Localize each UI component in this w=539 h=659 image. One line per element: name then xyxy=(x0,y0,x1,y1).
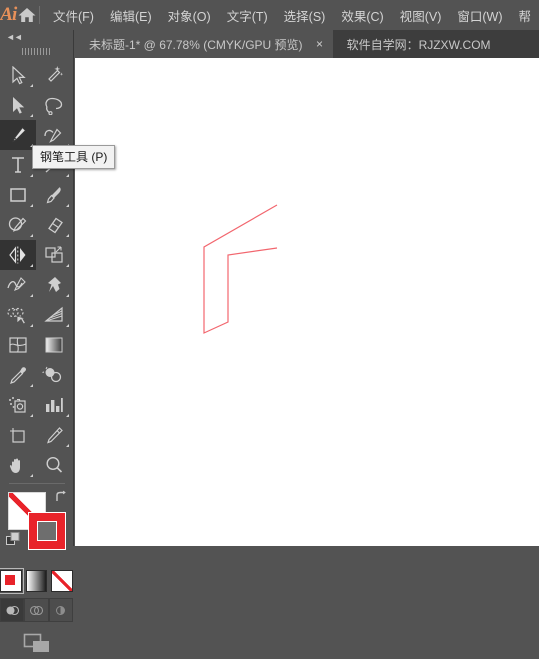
menu-select[interactable]: 选择(S) xyxy=(276,0,334,30)
symbol-sprayer-tool[interactable] xyxy=(0,390,36,420)
change-screen-mode-button[interactable] xyxy=(22,632,52,659)
tool-flyout-indicator xyxy=(30,384,33,387)
menu-edit[interactable]: 编辑(E) xyxy=(102,0,160,30)
tool-flyout-indicator xyxy=(30,474,33,477)
draw-normal-button[interactable] xyxy=(0,598,24,622)
type-tool[interactable] xyxy=(0,150,36,180)
menu-window[interactable]: 窗口(W) xyxy=(449,0,510,30)
tool-flyout-indicator xyxy=(30,84,33,87)
paintbrush-tool[interactable] xyxy=(36,180,72,210)
tool-tooltip: 钢笔工具 (P) xyxy=(32,145,115,169)
panel-collapse-button[interactable]: ◄◄ xyxy=(0,30,73,44)
solid-color-icon xyxy=(5,575,15,585)
scale-tool[interactable] xyxy=(36,240,72,270)
none-mode-button[interactable] xyxy=(51,570,73,592)
gradient-tool[interactable] xyxy=(36,330,72,360)
tool-flyout-indicator xyxy=(30,324,33,327)
selection-tool[interactable] xyxy=(0,60,36,90)
width-warp-tool[interactable] xyxy=(0,270,36,300)
tool-flyout-indicator xyxy=(66,204,69,207)
tool-flyout-indicator xyxy=(30,264,33,267)
panel-drag-handle[interactable] xyxy=(0,44,73,58)
draw-behind-button[interactable] xyxy=(24,598,48,622)
perspective-grid-tool[interactable] xyxy=(36,300,72,330)
paint-mode-row xyxy=(0,570,73,592)
drawing-mode-row xyxy=(0,598,73,622)
tools-panel: ◄◄ xyxy=(0,30,74,546)
close-icon[interactable]: × xyxy=(313,37,327,51)
document-tab-active[interactable]: 未标题-1* @ 67.78% (CMYK/GPU 预览) × xyxy=(75,30,333,58)
tool-flyout-indicator xyxy=(66,324,69,327)
shape-builder-tool[interactable] xyxy=(0,300,36,330)
pen-tool[interactable] xyxy=(0,120,36,150)
stroke-swatch-inner xyxy=(37,521,57,541)
chevron-double-left-icon: ◄◄ xyxy=(6,32,22,42)
menu-effect[interactable]: 效果(C) xyxy=(333,0,391,30)
hand-tool[interactable] xyxy=(0,450,36,480)
tool-flyout-indicator xyxy=(30,294,33,297)
stroke-swatch[interactable] xyxy=(28,512,66,550)
direct-selection-tool[interactable] xyxy=(0,90,36,120)
rectangle-tool[interactable] xyxy=(0,180,36,210)
color-controls xyxy=(0,488,72,568)
document-tab-watermark[interactable]: 软件自学网：RJZXW.COM xyxy=(333,30,505,58)
tool-flyout-indicator xyxy=(66,414,69,417)
color-mode-button[interactable] xyxy=(0,570,22,592)
column-graph-tool[interactable] xyxy=(36,390,72,420)
tool-flyout-indicator xyxy=(66,444,69,447)
menu-type[interactable]: 文字(T) xyxy=(219,0,276,30)
gradient-mode-button[interactable] xyxy=(26,570,48,592)
swap-fill-stroke-icon[interactable] xyxy=(54,490,68,509)
tool-flyout-indicator xyxy=(30,174,33,177)
menu-file[interactable]: 文件(F) xyxy=(45,0,102,30)
home-icon[interactable] xyxy=(17,0,37,30)
menu-view[interactable]: 视图(V) xyxy=(392,0,450,30)
grip-dots-icon xyxy=(22,48,52,55)
mesh-tool[interactable] xyxy=(0,330,36,360)
menu-help[interactable]: 帮 xyxy=(510,0,539,30)
eyedropper-tool[interactable] xyxy=(0,360,36,390)
artboard-tool[interactable] xyxy=(0,420,36,450)
lasso-tool[interactable] xyxy=(36,90,72,120)
magic-wand-tool[interactable] xyxy=(36,60,72,90)
none-swatch-icon xyxy=(52,571,72,591)
tool-flyout-indicator xyxy=(66,174,69,177)
tool-grid xyxy=(0,58,72,480)
tool-flyout-indicator xyxy=(30,234,33,237)
watermark-label: 软件自学网：RJZXW.COM xyxy=(347,36,491,53)
tool-flyout-indicator xyxy=(66,294,69,297)
tool-flyout-indicator xyxy=(30,204,33,207)
blend-tool[interactable] xyxy=(36,360,72,390)
tool-flyout-indicator xyxy=(30,414,33,417)
zoom-tool[interactable] xyxy=(36,450,72,480)
menu-bar: Ai 文件(F) 编辑(E) 对象(O) 文字(T) 选择(S) 效果(C) 视… xyxy=(0,0,539,30)
slice-tool[interactable] xyxy=(36,420,72,450)
document-tab-bar: 未标题-1* @ 67.78% (CMYK/GPU 预览) × 软件自学网：RJ… xyxy=(75,30,539,58)
shaper-tool[interactable] xyxy=(0,210,36,240)
app-logo: Ai xyxy=(0,0,17,30)
toolbar-divider xyxy=(9,483,65,484)
document-tab-title: 未标题-1* @ 67.78% (CMYK/GPU 预览) xyxy=(89,36,303,53)
canvas-svg xyxy=(75,58,539,546)
drawn-path xyxy=(204,205,277,333)
free-transform-tool[interactable] xyxy=(36,270,72,300)
tool-flyout-indicator xyxy=(30,114,33,117)
artboard-canvas[interactable] xyxy=(75,58,539,546)
screen-mode-row xyxy=(0,632,73,659)
eraser-tool[interactable] xyxy=(36,210,72,240)
tool-flyout-indicator xyxy=(66,234,69,237)
draw-inside-button[interactable] xyxy=(49,598,73,622)
menu-object[interactable]: 对象(O) xyxy=(160,0,219,30)
rotate-reflect-tool[interactable] xyxy=(0,240,36,270)
default-colors-icon[interactable] xyxy=(6,532,21,552)
tool-flyout-indicator xyxy=(66,264,69,267)
illustrator-window: Ai 文件(F) 编辑(E) 对象(O) 文字(T) 选择(S) 效果(C) 视… xyxy=(0,0,539,546)
